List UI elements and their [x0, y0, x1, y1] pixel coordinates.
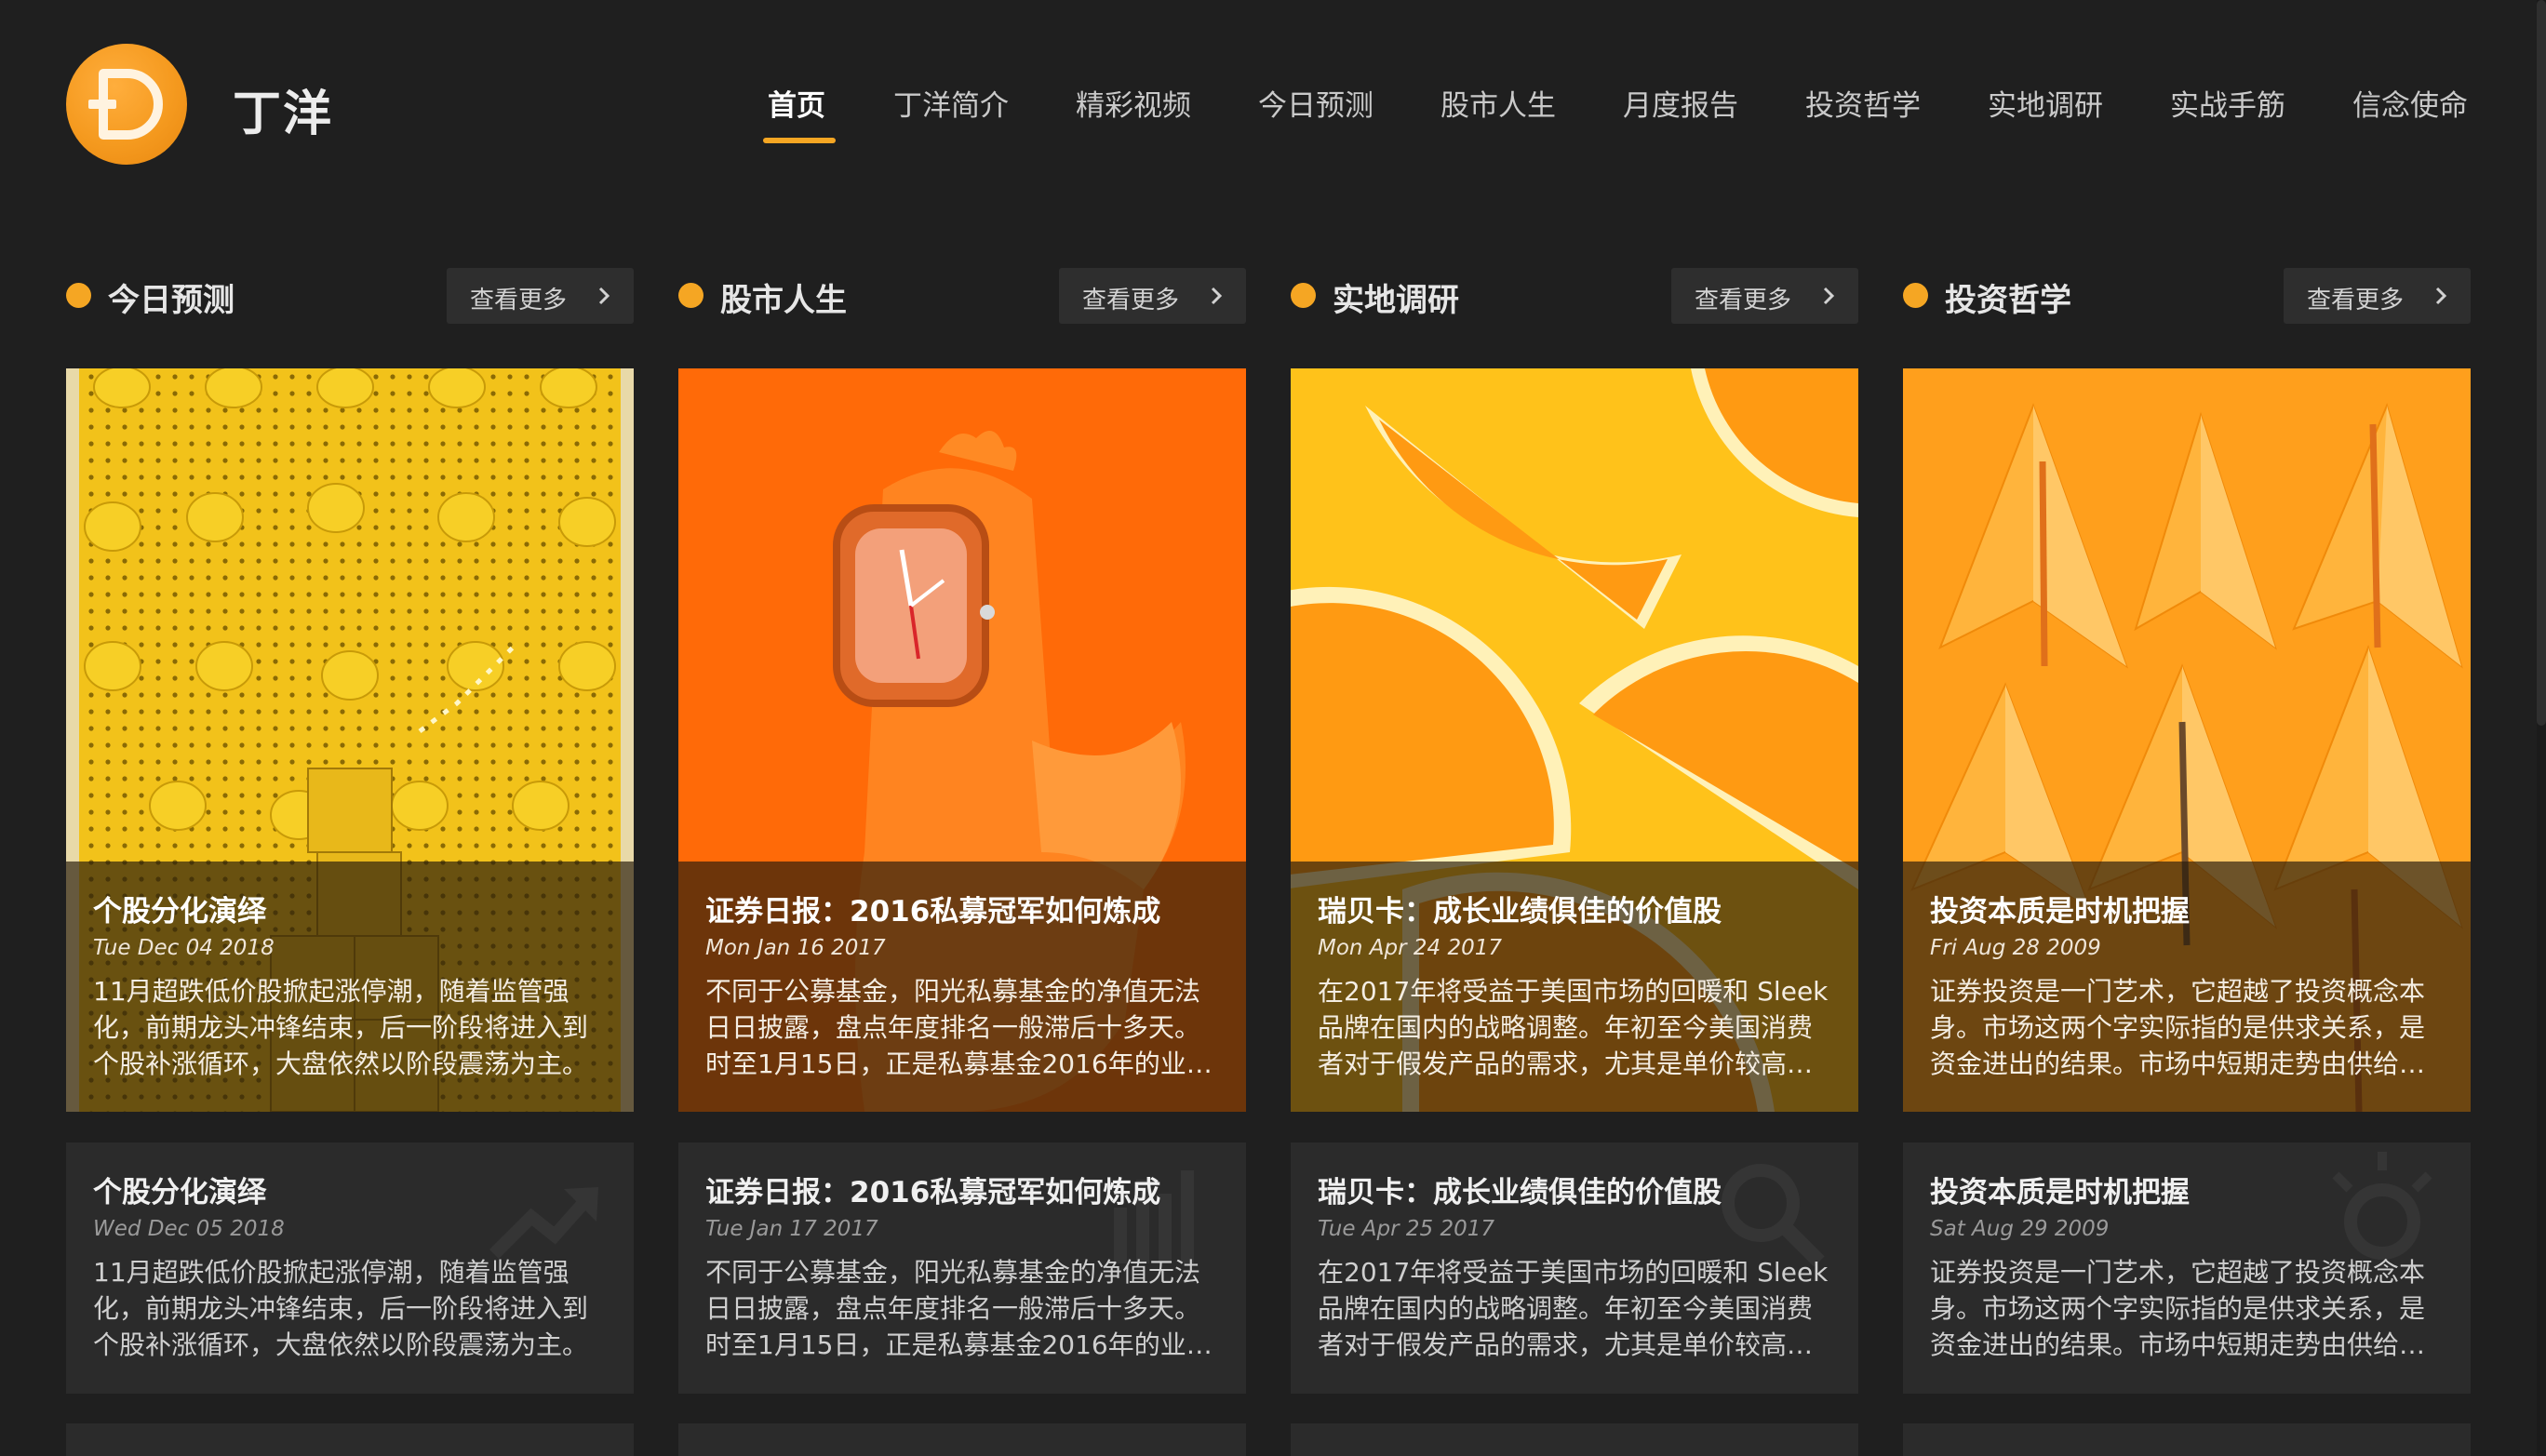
view-more-button[interactable]: 查看更多: [1671, 268, 1858, 324]
page-scrollbar[interactable]: [2537, 0, 2546, 1456]
section-title: 今日预测: [108, 282, 234, 319]
section-title: 股市人生: [720, 282, 847, 319]
nav-today-forecast[interactable]: 今日预测: [1258, 82, 1374, 124]
article-title[interactable]: 投资本质是时机把握: [1930, 1169, 2190, 1210]
section-header: 今日预测 查看更多: [66, 268, 634, 324]
article-title[interactable]: 证券日报：2016私募冠军如何炼成: [705, 888, 1160, 929]
chevron-right-icon: [2435, 287, 2447, 305]
article-excerpt: 不同于公募基金，阳光私募基金的净值无法日日披露，盘点年度排名一般滞后十多天。时至…: [705, 1257, 1213, 1360]
section-dot-icon: [1291, 283, 1316, 308]
nav-monthly-report[interactable]: 月度报告: [1623, 82, 1738, 124]
article-card[interactable]: 证券日报：2016私募冠军如何炼成 Tue Jan 17 2017 不同于公募基…: [678, 1142, 1246, 1394]
section-header: 实地调研 查看更多: [1291, 268, 1858, 324]
article-date: Tue Dec 04 2018: [93, 936, 275, 960]
article-date: Fri Aug 28 2009: [1930, 936, 2101, 960]
view-more-label: 查看更多: [1082, 287, 1180, 314]
chevron-right-icon: [1823, 287, 1835, 305]
section-title: 投资哲学: [1945, 282, 2071, 319]
logo-d-icon: [88, 69, 163, 140]
article-excerpt: 证券投资是一门艺术，它超越了投资概念本身。市场这两个字实际指的是供求关系，是资金…: [1930, 1257, 2426, 1360]
nav-videos[interactable]: 精彩视频: [1076, 82, 1191, 124]
featured-article-card[interactable]: 瑞贝卡：成长业绩俱佳的价值股 Mon Apr 24 2017 在2017年将受益…: [1291, 368, 1858, 1112]
article-card-partial[interactable]: [678, 1423, 1246, 1456]
nav-home[interactable]: 首页: [768, 82, 825, 124]
active-nav-indicator: [763, 138, 836, 143]
article-excerpt: 证券投资是一门艺术，它超越了投资概念本身。市场这两个字实际指的是供求关系，是资金…: [1930, 976, 2426, 1079]
nav-field-research[interactable]: 实地调研: [1988, 82, 2103, 124]
view-more-button[interactable]: 查看更多: [2284, 268, 2471, 324]
article-excerpt: 11月超跌低价股掀起涨停潮，随着监管强化，前期龙头冲锋结束，后一阶段将进入到个股…: [93, 976, 589, 1079]
article-excerpt: 11月超跌低价股掀起涨停潮，随着监管强化，前期龙头冲锋结束，后一阶段将进入到个股…: [93, 1257, 589, 1360]
featured-overlay: 个股分化演绎 Tue Dec 04 2018 11月超跌低价股掀起涨停潮，随着监…: [66, 862, 634, 1112]
article-title[interactable]: 瑞贝卡：成长业绩俱佳的价值股: [1318, 888, 1722, 929]
scrollbar-thumb[interactable]: [2537, 0, 2546, 726]
article-excerpt: 在2017年将受益于美国市场的回暖和 Sleek 品牌在国内的战略调整。年初至今…: [1318, 1257, 1829, 1360]
view-more-button[interactable]: 查看更多: [1059, 268, 1246, 324]
nav-practical-moves[interactable]: 实战手筋: [2170, 82, 2285, 124]
featured-overlay: 瑞贝卡：成长业绩俱佳的价值股 Mon Apr 24 2017 在2017年将受益…: [1291, 862, 1858, 1112]
article-excerpt: 不同于公募基金，阳光私募基金的净值无法日日披露，盘点年度排名一般滞后十多天。时至…: [705, 976, 1213, 1079]
article-date: Sat Aug 29 2009: [1930, 1217, 2110, 1241]
article-date: Wed Dec 05 2018: [93, 1217, 285, 1241]
brand-name[interactable]: 丁洋: [233, 74, 333, 144]
article-card-partial[interactable]: [66, 1423, 634, 1456]
article-card-partial[interactable]: [1291, 1423, 1858, 1456]
featured-article-card[interactable]: 个股分化演绎 Tue Dec 04 2018 11月超跌低价股掀起涨停潮，随着监…: [66, 368, 634, 1112]
article-date: Mon Apr 24 2017: [1318, 936, 1503, 960]
site-logo[interactable]: [66, 44, 187, 165]
featured-article-card[interactable]: 证券日报：2016私募冠军如何炼成 Mon Jan 16 2017 不同于公募基…: [678, 368, 1246, 1112]
featured-overlay: 投资本质是时机把握 Fri Aug 28 2009 证券投资是一门艺术，它超越了…: [1903, 862, 2471, 1112]
section-dot-icon: [1903, 283, 1928, 308]
section-title: 实地调研: [1333, 282, 1459, 319]
section-dot-icon: [678, 283, 704, 308]
article-date: Tue Apr 25 2017: [1318, 1217, 1494, 1241]
nav-profile[interactable]: 丁洋简介: [893, 82, 1009, 124]
nav-stock-life[interactable]: 股市人生: [1440, 82, 1556, 124]
chevron-right-icon: [1211, 287, 1223, 305]
article-title[interactable]: 投资本质是时机把握: [1930, 888, 2190, 929]
section-header: 投资哲学 查看更多: [1903, 268, 2471, 324]
featured-overlay: 证券日报：2016私募冠军如何炼成 Mon Jan 16 2017 不同于公募基…: [678, 862, 1246, 1112]
article-title[interactable]: 个股分化演绎: [93, 1169, 266, 1210]
section-header: 股市人生 查看更多: [678, 268, 1246, 324]
article-title[interactable]: 证券日报：2016私募冠军如何炼成: [705, 1169, 1160, 1210]
article-card[interactable]: 瑞贝卡：成长业绩俱佳的价值股 Tue Apr 25 2017 在2017年将受益…: [1291, 1142, 1858, 1394]
chevron-right-icon: [598, 287, 610, 305]
nav-investment-philosophy[interactable]: 投资哲学: [1805, 82, 1921, 124]
article-date: Tue Jan 17 2017: [705, 1217, 878, 1241]
view-more-label: 查看更多: [1695, 287, 1792, 314]
article-card[interactable]: 个股分化演绎 Wed Dec 05 2018 11月超跌低价股掀起涨停潮，随着监…: [66, 1142, 634, 1394]
page: 丁洋 首页 丁洋简介 精彩视频 今日预测 股市人生 月度报告 投资哲学 实地调研…: [0, 0, 2546, 1456]
article-card[interactable]: 投资本质是时机把握 Sat Aug 29 2009 证券投资是一门艺术，它超越了…: [1903, 1142, 2471, 1394]
view-more-label: 查看更多: [470, 287, 568, 314]
site-header: 丁洋 首页 丁洋简介 精彩视频 今日预测 股市人生 月度报告 投资哲学 实地调研…: [0, 0, 2546, 207]
article-date: Mon Jan 16 2017: [705, 936, 886, 960]
article-excerpt: 在2017年将受益于美国市场的回暖和 Sleek 品牌在国内的战略调整。年初至今…: [1318, 976, 1829, 1079]
view-more-button[interactable]: 查看更多: [447, 268, 634, 324]
article-card-partial[interactable]: [1903, 1423, 2471, 1456]
view-more-label: 查看更多: [2307, 287, 2405, 314]
article-title[interactable]: 个股分化演绎: [93, 888, 266, 929]
nav-mission[interactable]: 信念使命: [2352, 82, 2468, 124]
featured-article-card[interactable]: 投资本质是时机把握 Fri Aug 28 2009 证券投资是一门艺术，它超越了…: [1903, 368, 2471, 1112]
article-title[interactable]: 瑞贝卡：成长业绩俱佳的价值股: [1318, 1169, 1722, 1210]
section-dot-icon: [66, 283, 91, 308]
